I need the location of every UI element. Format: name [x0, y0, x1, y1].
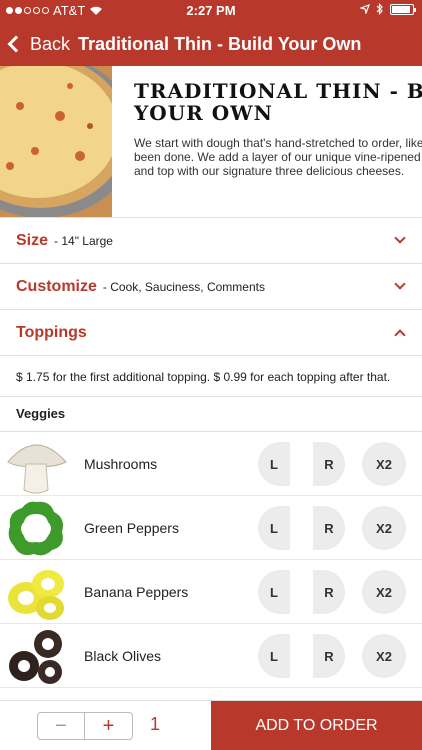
toppings-section[interactable]: Toppings	[0, 310, 422, 356]
green-pepper-icon	[4, 498, 68, 558]
size-section[interactable]: Size - 14" Large	[0, 218, 422, 264]
double-button[interactable]: X2	[362, 634, 406, 678]
topping-row: Green Peppers L R X2	[0, 496, 422, 560]
banana-pepper-icon	[4, 562, 68, 622]
left-half-button[interactable]: L	[258, 634, 290, 678]
topping-row: Mushrooms L R X2	[0, 432, 422, 496]
black-olive-icon	[4, 626, 68, 686]
status-time: 2:27 PM	[186, 3, 236, 18]
pricing-note: $ 1.75 for the first additional topping.…	[16, 370, 391, 384]
chevron-up-icon	[394, 329, 406, 341]
battery-icon	[390, 3, 416, 15]
pizza-image	[0, 66, 112, 217]
divider	[0, 396, 422, 397]
size-value: - 14" Large	[54, 233, 113, 248]
double-button[interactable]: X2	[362, 570, 406, 614]
bluetooth-icon	[376, 3, 383, 15]
nav-bar: Back Traditional Thin - Build Your Own	[0, 22, 422, 66]
bottom-bar: − + 1 ADD TO ORDER	[0, 700, 422, 750]
chevron-left-icon	[7, 35, 25, 53]
chevron-down-icon	[394, 232, 406, 244]
status-bar: AT&T 2:27 PM	[0, 0, 422, 22]
customize-section[interactable]: Customize - Cook, Sauciness, Comments	[0, 264, 422, 310]
left-half-button[interactable]: L	[258, 506, 290, 550]
right-half-button[interactable]: R	[313, 570, 345, 614]
topping-name: Banana Peppers	[84, 584, 189, 600]
left-half-button[interactable]: L	[258, 442, 290, 486]
topping-row: Banana Peppers L R X2	[0, 560, 422, 624]
left-half-button[interactable]: L	[258, 570, 290, 614]
back-button[interactable]: Back	[0, 34, 70, 55]
right-half-button[interactable]: R	[313, 634, 345, 678]
double-button[interactable]: X2	[362, 506, 406, 550]
product-title: Traditional Thin - Build Your Own	[134, 79, 422, 125]
mushroom-icon	[4, 434, 68, 494]
right-half-button[interactable]: R	[313, 442, 345, 486]
status-icons	[360, 3, 416, 15]
topping-name: Black Olives	[84, 648, 162, 664]
product-description: We start with dough that's hand-stretche…	[134, 136, 422, 178]
product-hero: Traditional Thin - Build Your Own We sta…	[0, 66, 422, 218]
customize-title: Customize	[16, 277, 97, 295]
quantity-stepper: − +	[37, 712, 133, 740]
add-to-order-button[interactable]: ADD TO ORDER	[211, 701, 422, 750]
size-title: Size	[16, 231, 49, 249]
right-half-button[interactable]: R	[313, 506, 345, 550]
topping-row: Black Olives L R X2	[0, 624, 422, 688]
customize-value: - Cook, Sauciness, Comments	[102, 279, 265, 294]
increment-button[interactable]: +	[85, 713, 132, 739]
toppings-title: Toppings	[16, 323, 87, 341]
page-title: Traditional Thin - Build Your Own	[78, 33, 362, 54]
quantity-value: 1	[150, 714, 161, 734]
decrement-button[interactable]: −	[38, 713, 86, 739]
topping-name: Green Peppers	[84, 520, 179, 536]
location-icon	[360, 4, 370, 14]
topping-name: Mushrooms	[84, 456, 158, 472]
double-button[interactable]: X2	[362, 442, 406, 486]
back-label: Back	[30, 33, 71, 54]
veggies-label: Veggies	[16, 406, 66, 421]
chevron-down-icon	[394, 278, 406, 290]
